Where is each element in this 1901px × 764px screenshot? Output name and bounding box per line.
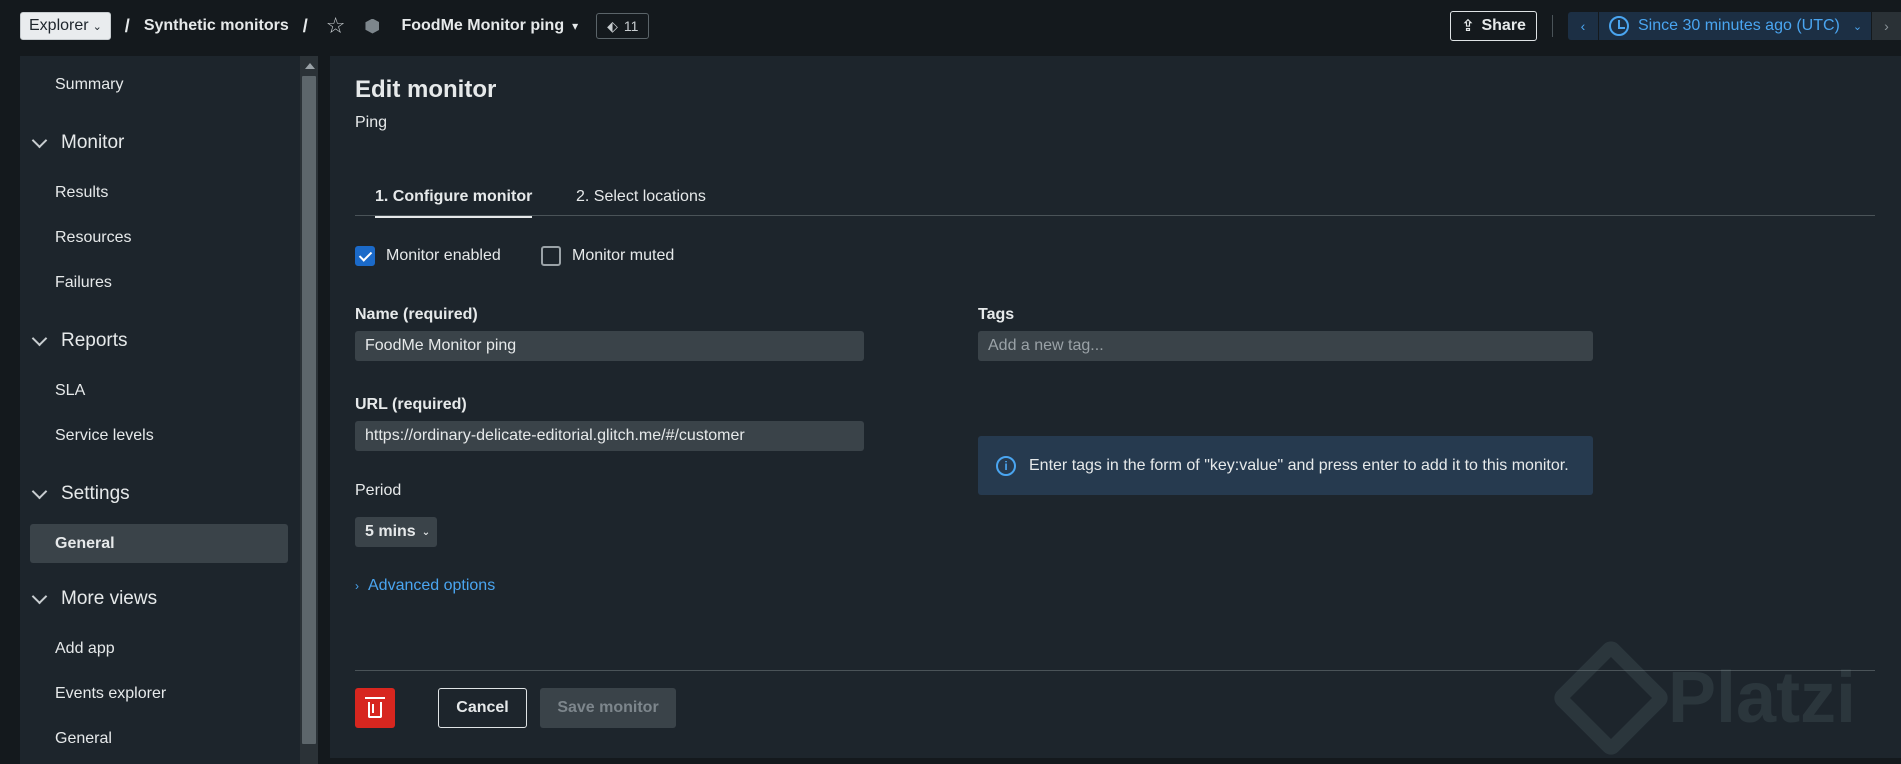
- breadcrumb-separator: /: [302, 15, 308, 36]
- entity-name-dropdown[interactable]: FoodMe Monitor ping ▾: [401, 17, 578, 35]
- sidebar: Summary Monitor Results Resources Failur…: [20, 56, 300, 764]
- favorite-star-icon[interactable]: ☆: [326, 13, 346, 39]
- tab-bar: 1. Configure monitor 2. Select locations: [355, 180, 1875, 218]
- section-label: Monitor: [61, 132, 125, 153]
- section-label: More views: [61, 588, 158, 609]
- info-text: Enter tags in the form of "key:value" an…: [1029, 456, 1569, 474]
- sidebar-item-failures[interactable]: Failures: [55, 274, 112, 292]
- chevron-down-icon: ▾: [572, 19, 579, 33]
- sidebar-item-resources[interactable]: Resources: [55, 229, 131, 247]
- page-title: Edit monitor: [355, 76, 497, 103]
- sidebar-item-service-levels[interactable]: Service levels: [55, 427, 154, 445]
- monitor-muted-checkbox[interactable]: Monitor muted: [541, 246, 674, 266]
- sidebar-scrollbar[interactable]: [300, 56, 318, 764]
- share-icon: ⇪: [1461, 18, 1475, 35]
- sidebar-section-settings[interactable]: Settings: [30, 483, 130, 505]
- checkbox-unchecked-icon: [541, 246, 561, 266]
- period-value: 5 mins: [365, 523, 416, 540]
- time-previous-button[interactable]: ‹: [1568, 12, 1598, 40]
- url-label: URL (required): [355, 396, 467, 413]
- sidebar-item-sla[interactable]: SLA: [55, 382, 85, 400]
- checkbox-label: Monitor enabled: [386, 247, 501, 264]
- trash-icon: [365, 697, 385, 718]
- advanced-options-link[interactable]: › Advanced options: [355, 577, 495, 595]
- sidebar-item-summary[interactable]: Summary: [55, 76, 123, 94]
- advanced-options-label: Advanced options: [368, 577, 496, 594]
- chevron-down-icon: [31, 330, 48, 346]
- info-icon: i: [996, 455, 1016, 476]
- scroll-thumb[interactable]: [302, 76, 316, 744]
- chevron-right-icon: ›: [355, 579, 359, 593]
- tags-input[interactable]: Add a new tag...: [978, 331, 1593, 361]
- chevron-down-icon: [31, 483, 48, 499]
- sidebar-section-more-views[interactable]: More views: [30, 588, 157, 610]
- tags-info-box: i Enter tags in the form of "key:value" …: [978, 436, 1593, 495]
- divider: [1552, 15, 1553, 37]
- footer-divider: [355, 670, 1875, 671]
- clock-icon: [1609, 16, 1629, 36]
- name-input[interactable]: FoodMe Monitor ping: [355, 331, 864, 361]
- tab-configure-monitor[interactable]: 1. Configure monitor: [375, 188, 533, 218]
- chevron-left-icon: ‹: [1580, 18, 1586, 34]
- checkbox-checked-icon: [355, 246, 375, 266]
- sidebar-item-general-active[interactable]: General: [30, 524, 288, 563]
- tags-label: Tags: [978, 306, 1015, 323]
- period-select[interactable]: 5 mins ⌄: [355, 517, 437, 547]
- time-next-button[interactable]: ›: [1872, 12, 1901, 40]
- cancel-button[interactable]: Cancel: [438, 688, 527, 728]
- sidebar-item-label: General: [55, 534, 115, 552]
- period-label: Period: [355, 482, 402, 499]
- tags-button[interactable]: ⬖ 11: [596, 13, 650, 39]
- scroll-up-arrow-icon[interactable]: [305, 63, 315, 69]
- share-label: Share: [1481, 17, 1526, 34]
- time-picker[interactable]: Since 30 minutes ago (UTC) ⌄: [1599, 12, 1871, 40]
- sidebar-item-results[interactable]: Results: [55, 184, 108, 202]
- tab-select-locations[interactable]: 2. Select locations: [576, 188, 706, 216]
- sidebar-item-add-app[interactable]: Add app: [55, 640, 115, 658]
- delete-button[interactable]: [355, 688, 395, 728]
- chevron-down-icon: ⌄: [92, 20, 102, 33]
- sidebar-section-monitor[interactable]: Monitor: [30, 132, 124, 154]
- main-panel: Edit monitor Ping 1. Configure monitor 2…: [330, 56, 1901, 758]
- explorer-button[interactable]: Explorer ⌄: [20, 12, 111, 40]
- entity-status-icon: [365, 18, 380, 34]
- save-monitor-button: Save monitor: [540, 688, 676, 728]
- section-label: Reports: [61, 330, 128, 351]
- chevron-down-icon: [31, 588, 48, 604]
- chevron-down-icon: ⌄: [1852, 20, 1863, 33]
- share-button[interactable]: ⇪ Share: [1450, 11, 1537, 41]
- entity-name: FoodMe Monitor ping: [401, 17, 565, 34]
- sidebar-section-reports[interactable]: Reports: [30, 330, 128, 352]
- chevron-down-icon: ⌄: [421, 526, 431, 538]
- sidebar-item-events-explorer[interactable]: Events explorer: [55, 685, 166, 703]
- explorer-label: Explorer: [29, 17, 89, 34]
- url-input[interactable]: https://ordinary-delicate-editorial.glit…: [355, 421, 864, 451]
- page-subtitle: Ping: [355, 114, 388, 131]
- name-label: Name (required): [355, 306, 478, 323]
- chevron-down-icon: [31, 132, 48, 148]
- section-label: Settings: [61, 483, 130, 504]
- time-range: Since 30 minutes ago (UTC): [1638, 17, 1840, 34]
- checkbox-label: Monitor muted: [572, 247, 675, 264]
- sidebar-item-general[interactable]: General: [55, 730, 112, 748]
- monitor-enabled-checkbox[interactable]: Monitor enabled: [355, 246, 501, 266]
- tag-icon: ⬖: [607, 17, 618, 34]
- breadcrumb-synthetic-monitors[interactable]: Synthetic monitors: [144, 17, 289, 35]
- tag-count: 11: [623, 18, 639, 34]
- breadcrumb-separator: /: [124, 15, 130, 36]
- chevron-right-icon: ›: [1884, 18, 1889, 34]
